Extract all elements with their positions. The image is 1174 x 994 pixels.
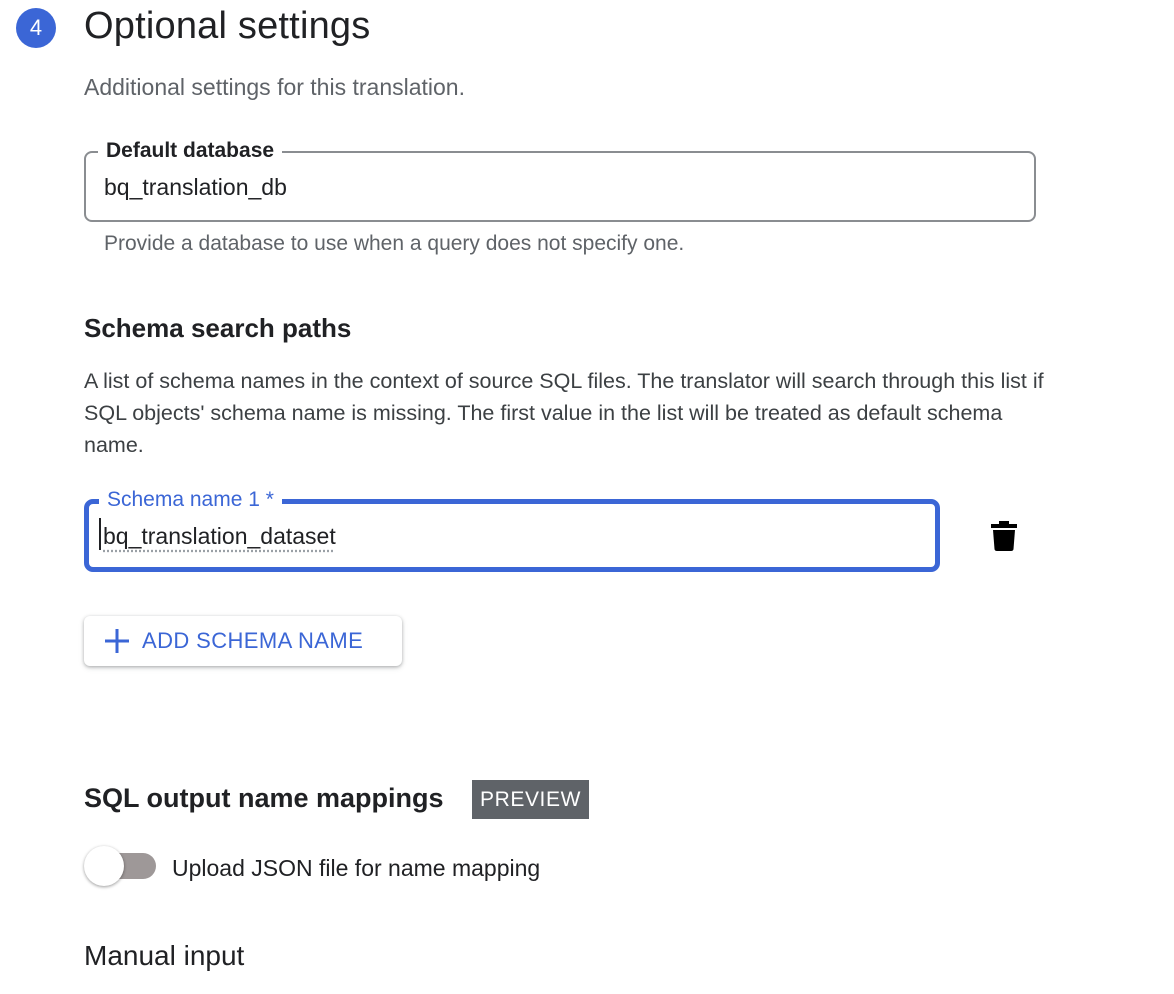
page-subtitle: Additional settings for this translation… (84, 74, 465, 100)
schema-name-label: Schema name 1 * (99, 486, 282, 514)
delete-icon (991, 521, 1017, 551)
default-database-field[interactable]: Default database bq_translation_db (84, 137, 1036, 222)
text-cursor (99, 518, 101, 550)
name-mapping-toggle-label: Upload JSON file for name mapping (172, 855, 541, 881)
schema-search-paths-description: A list of schema names in the context of… (84, 369, 1044, 457)
name-mappings-heading: SQL output name mappings (84, 783, 444, 813)
schema-name-field[interactable]: Schema name 1 * bq_translation_dataset (84, 486, 940, 572)
add-schema-name-button[interactable]: ADD SCHEMA NAME (84, 616, 402, 666)
add-schema-name-label: ADD SCHEMA NAME (142, 628, 364, 653)
page-title: Optional settings (84, 5, 371, 47)
schema-name-input[interactable]: bq_translation_dataset (103, 521, 336, 551)
toggle-thumb (84, 846, 124, 886)
default-database-input[interactable]: bq_translation_db (104, 172, 287, 202)
manual-input-heading: Manual input (84, 940, 245, 971)
plus-icon (104, 628, 130, 654)
name-mapping-toggle[interactable] (84, 846, 158, 886)
delete-schema-button[interactable] (984, 516, 1024, 556)
default-database-label: Default database (98, 137, 283, 165)
preview-badge: PREVIEW (472, 780, 589, 819)
schema-search-paths-heading: Schema search paths (84, 313, 352, 343)
step-number-badge: 4 (16, 8, 56, 48)
default-database-helper: Provide a database to use when a query d… (104, 232, 685, 255)
